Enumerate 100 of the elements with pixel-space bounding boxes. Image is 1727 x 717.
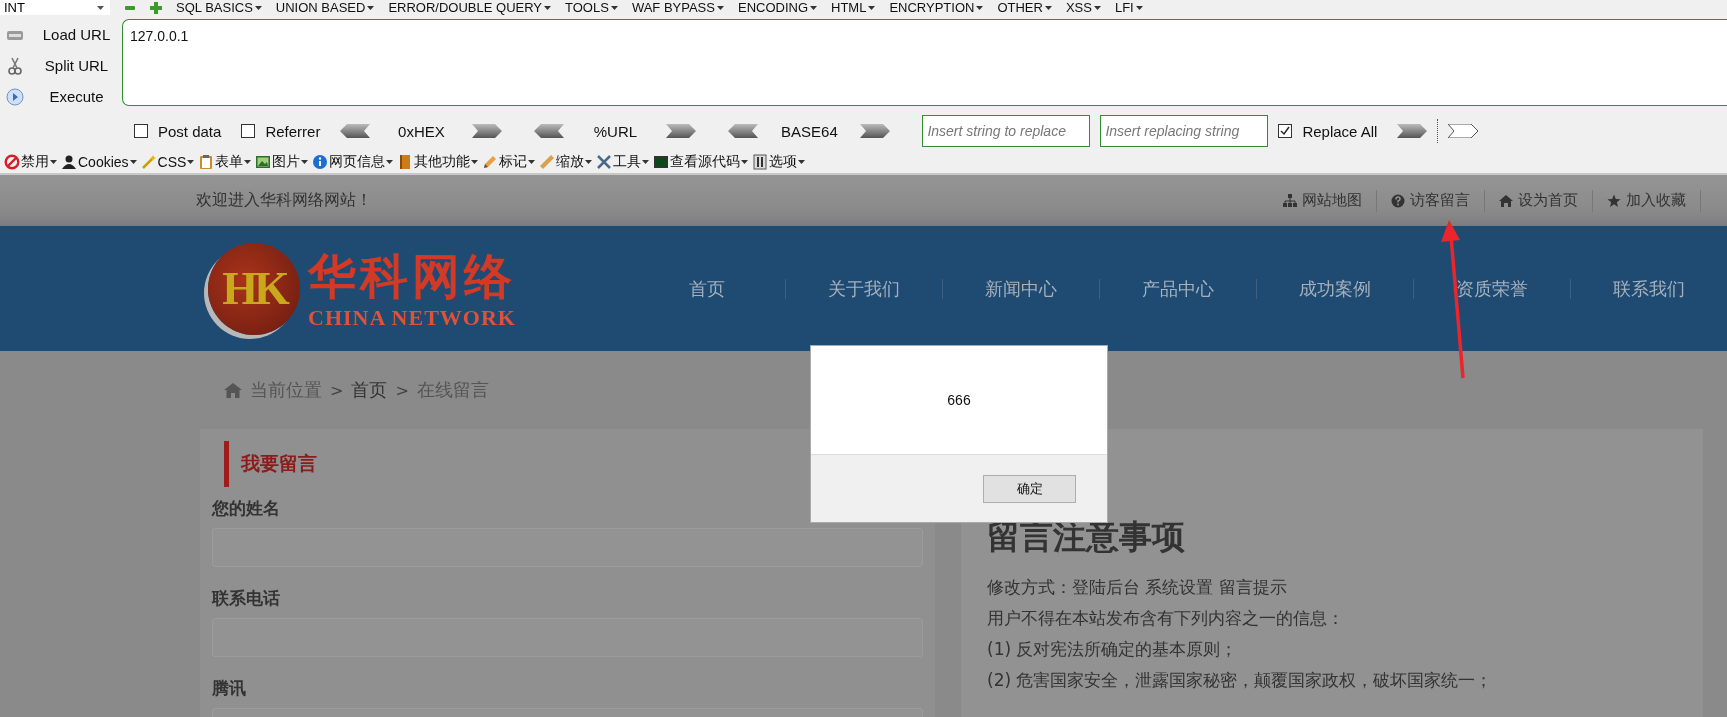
caret-icon xyxy=(1135,5,1143,10)
menu-button[interactable]: WAF BYPASS xyxy=(631,0,724,15)
ruler-icon xyxy=(539,153,556,170)
encoding-label: BASE64 xyxy=(780,122,839,140)
action-button[interactable]: Load URL xyxy=(34,26,119,43)
ban-icon xyxy=(4,153,20,170)
encoding-label: %URL xyxy=(592,122,639,140)
breadcrumb-link[interactable]: 首页 xyxy=(351,378,388,402)
toolbar-menu[interactable]: 缩放 xyxy=(539,152,593,171)
action-button[interactable]: Execute xyxy=(34,88,119,105)
caret-icon xyxy=(386,159,394,164)
play-icon xyxy=(6,87,24,106)
checkbox-label: Replace All xyxy=(1302,122,1378,140)
menu-button[interactable]: ENCODING xyxy=(737,0,818,15)
caret-icon xyxy=(1093,5,1101,10)
url-field[interactable]: 127.0.0.1 xyxy=(122,19,1727,106)
left-arrow-icon[interactable] xyxy=(728,124,759,138)
menu-button[interactable]: LFI xyxy=(1114,0,1143,15)
toolbar-menu[interactable]: 禁用 xyxy=(4,152,57,171)
nav-link[interactable]: 新闻中心 xyxy=(942,278,1099,299)
plus-icon[interactable] xyxy=(150,1,162,14)
caret-icon xyxy=(868,5,876,10)
clipboard-icon xyxy=(198,153,215,170)
toolbar-menu[interactable]: 标记 xyxy=(482,152,536,171)
left-arrow-icon[interactable] xyxy=(340,124,371,138)
toolbar-menu[interactable]: 选项 xyxy=(752,152,806,171)
checkbox[interactable] xyxy=(134,124,148,138)
caret-icon xyxy=(716,5,724,10)
question-icon xyxy=(1391,193,1405,208)
logo-subtitle: CHINA NETWORK xyxy=(308,304,516,331)
notice-text: (2) 危害国家安全，泄露国家秘密，颠覆国家政权，破坏国家统一； xyxy=(987,669,1494,692)
menu-button[interactable]: HTML xyxy=(831,0,876,15)
info-icon xyxy=(312,153,329,170)
field-label: 您的姓名 xyxy=(212,497,281,520)
nav-link[interactable]: 成功案例 xyxy=(1256,278,1413,299)
terminal-icon xyxy=(653,153,670,170)
caret-icon xyxy=(471,159,479,164)
menu-button[interactable]: OTHER xyxy=(997,0,1052,15)
caret-icon xyxy=(642,159,650,164)
nav-link[interactable]: 联系我们 xyxy=(1570,278,1727,299)
notice-text: 修改方式：登陆后台 系统设置 留言提示 xyxy=(987,576,1288,599)
mode-dropdown[interactable]: INT xyxy=(0,0,110,15)
right-arrow-icon[interactable] xyxy=(472,124,503,138)
ok-button[interactable]: 确定 xyxy=(983,474,1076,503)
caret-icon xyxy=(741,159,749,164)
dialog-message: 666 xyxy=(947,392,971,408)
toolbar-menu[interactable]: 网页信息 xyxy=(312,152,394,171)
top-link[interactable]: 网站地图 xyxy=(1269,189,1377,212)
toolbar-menu[interactable]: Cookies xyxy=(61,153,137,170)
home-icon xyxy=(224,382,242,398)
toolbar-menu[interactable]: 工具 xyxy=(596,152,650,171)
star-icon xyxy=(1607,193,1621,208)
pencil-icon xyxy=(482,153,499,170)
caret-icon xyxy=(528,159,536,164)
menu-button[interactable]: TOOLS xyxy=(565,0,618,15)
right-arrow-icon[interactable] xyxy=(666,124,697,138)
caret-icon xyxy=(610,5,618,10)
home-icon xyxy=(1499,193,1513,208)
caret-icon xyxy=(129,159,137,164)
checkbox-label: Referrer xyxy=(265,122,321,140)
top-link[interactable]: 加入收藏 xyxy=(1593,189,1701,212)
toolbar-menu[interactable]: 表单 xyxy=(198,152,252,171)
toolbar-menu[interactable]: CSS xyxy=(140,153,195,170)
nav-link[interactable]: 首页 xyxy=(629,278,785,299)
menu-button[interactable]: ENCRYPTION xyxy=(889,0,984,15)
wand-icon xyxy=(140,153,157,170)
right-arrow-icon[interactable] xyxy=(1397,124,1428,138)
right-arrow-icon[interactable] xyxy=(1448,124,1479,138)
caret-icon xyxy=(976,5,984,10)
top-link[interactable]: 访客留言 xyxy=(1377,189,1485,212)
field-label: 腾讯 xyxy=(212,677,247,700)
welcome-text: 欢迎进入华科网络网站！ xyxy=(196,190,372,211)
person-icon xyxy=(61,153,77,170)
caret-icon xyxy=(97,5,104,10)
toolbar-menu[interactable]: 查看源代码 xyxy=(653,152,749,171)
caret-icon xyxy=(798,159,806,164)
caret-icon xyxy=(187,159,195,164)
toolbar-menu[interactable]: 其他功能 xyxy=(397,152,479,171)
menu-button[interactable]: SQL BASICS xyxy=(176,0,262,15)
right-arrow-icon[interactable] xyxy=(860,124,891,138)
top-link[interactable]: 设为首页 xyxy=(1485,189,1593,212)
nav-link[interactable]: 产品中心 xyxy=(1099,278,1256,299)
menu-button[interactable]: ERROR/DOUBLE QUERY xyxy=(388,0,552,15)
left-arrow-icon[interactable] xyxy=(534,124,565,138)
nav-link[interactable]: 资质荣誉 xyxy=(1413,278,1570,299)
caret-icon xyxy=(254,5,262,10)
checkbox[interactable] xyxy=(241,124,256,138)
notice-title: 留言注意事项 xyxy=(987,516,1186,558)
action-button[interactable]: Split URL xyxy=(34,57,119,74)
notice-text: 用户不得在本站发布含有下列内容之一的信息： xyxy=(987,607,1345,630)
checkbox[interactable] xyxy=(1278,124,1293,138)
replace-field[interactable]: Insert replacing string xyxy=(1100,115,1269,147)
checkbox-label: Post data xyxy=(158,122,222,140)
notice-text: (1) 反对宪法所确定的基本原则； xyxy=(987,638,1239,661)
picture-icon xyxy=(255,153,272,170)
menu-button[interactable]: XSS xyxy=(1065,0,1101,15)
toolbar-menu[interactable]: 图片 xyxy=(255,152,309,171)
find-field[interactable]: Insert string to replace xyxy=(922,115,1091,147)
nav-link[interactable]: 关于我们 xyxy=(785,278,942,299)
menu-button[interactable]: UNION BASED xyxy=(275,0,375,15)
